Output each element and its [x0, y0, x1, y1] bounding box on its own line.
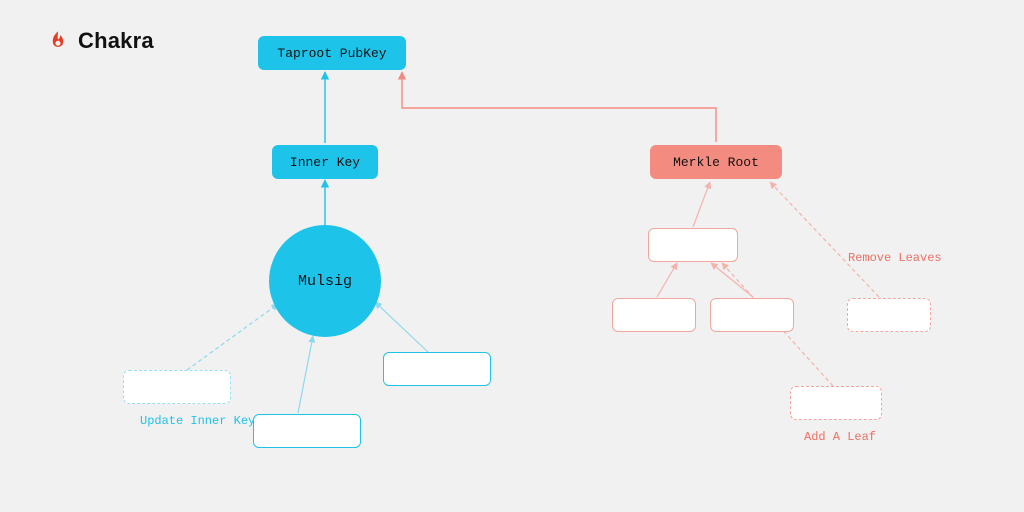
node-mulsig: Mulsig — [269, 225, 381, 337]
node-merkle-root: Merkle Root — [650, 145, 782, 179]
node-merkle-leaf-remove — [847, 298, 931, 332]
caption-update-inner-key: Update Inner Key — [140, 414, 255, 428]
node-merkle-leaf-2 — [710, 298, 794, 332]
caption-remove-leaves: Remove Leaves — [848, 251, 942, 265]
node-key-slot-3 — [383, 352, 491, 386]
chakra-flame-icon — [46, 29, 70, 53]
node-taproot-pubkey: Taproot PubKey — [258, 36, 406, 70]
brand-name: Chakra — [78, 28, 154, 54]
node-merkle-leaf-add — [790, 386, 882, 420]
node-merkle-leaf-1 — [612, 298, 696, 332]
caption-add-a-leaf: Add A Leaf — [804, 430, 876, 444]
diagram-canvas: Chakra Taproot PubKey Inner Key Mulsig U… — [0, 0, 1024, 512]
node-merkle-mid — [648, 228, 738, 262]
node-inner-key: Inner Key — [272, 145, 378, 179]
node-key-slot-dashed — [123, 370, 231, 404]
brand-logo: Chakra — [46, 28, 154, 54]
node-key-slot-2 — [253, 414, 361, 448]
